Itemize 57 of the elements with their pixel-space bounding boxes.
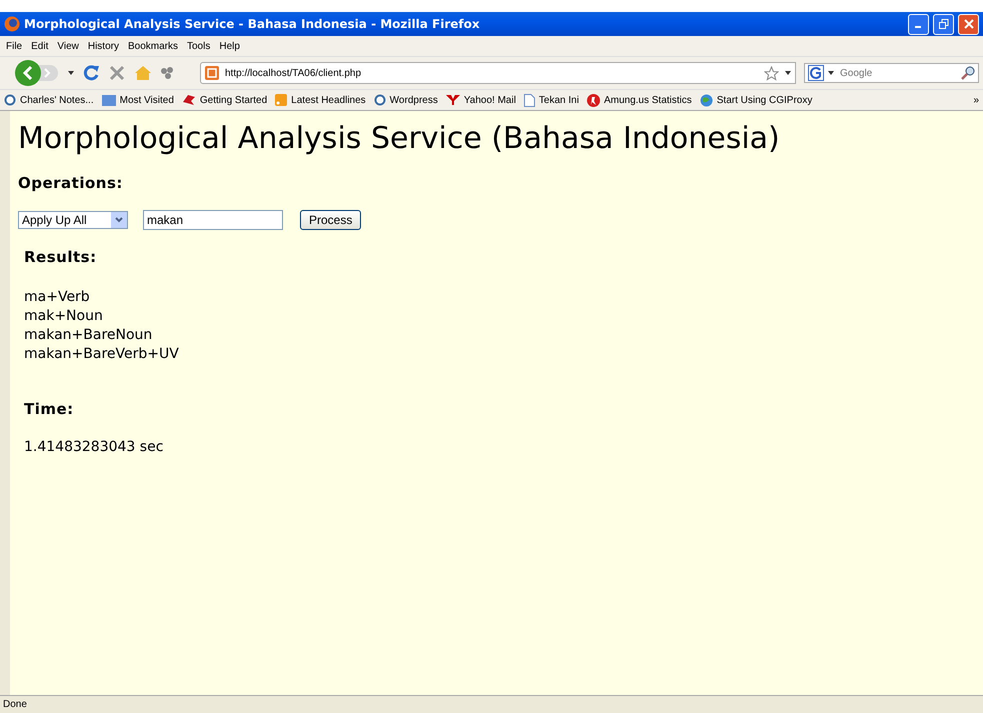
menu-item[interactable]: Edit (29, 40, 56, 52)
firefox-icon (4, 16, 20, 32)
bookmark-link[interactable]: Wordpress (374, 94, 438, 106)
dropdown-caret-icon[interactable] (785, 71, 791, 75)
status-text: Done (3, 699, 27, 710)
search-field[interactable]: Google (838, 66, 957, 80)
bookmark-link[interactable]: Most Visited (102, 94, 174, 106)
result-line: mak+Noun (24, 307, 104, 326)
search-bar[interactable]: Google (804, 63, 979, 83)
back-forward-icon[interactable] (14, 59, 60, 87)
menu-item[interactable]: Tools (185, 40, 218, 52)
result-line: ma+Verb (24, 288, 91, 307)
wordpress-icon (4, 94, 16, 106)
dropdown-caret-icon[interactable] (828, 71, 834, 75)
close-icon (964, 19, 974, 29)
address-bar[interactable]: http://localhost/TA06/client.php (200, 62, 796, 84)
search-engine-icon[interactable] (808, 65, 824, 81)
rss-icon (275, 94, 288, 106)
bookmark-link[interactable]: Latest Headlines (275, 94, 366, 106)
section-heading: Results: (24, 248, 98, 266)
reload-icon[interactable] (82, 64, 100, 82)
operation-select[interactable]: Apply Up All (18, 211, 128, 229)
bookmark-link[interactable]: Amung.us Statistics (586, 94, 692, 106)
result-line: makan+BareNoun (24, 326, 154, 345)
minimize-button[interactable] (908, 14, 929, 34)
menu-item[interactable]: Help (217, 40, 247, 52)
restore-icon (938, 19, 948, 29)
word-input[interactable]: makan (143, 210, 283, 230)
menu-item[interactable]: View (55, 40, 86, 52)
bookmark-link[interactable]: Charles' Notes... (4, 94, 94, 106)
close-button[interactable] (958, 14, 979, 34)
section-heading: Time: (24, 400, 75, 418)
site-icon (205, 66, 219, 80)
section-heading: Operations: (18, 174, 124, 192)
time-value: 1.41483283043 sec (24, 438, 164, 457)
star-icon[interactable] (764, 66, 779, 80)
bookmark-link[interactable]: Getting Started (182, 94, 268, 106)
page-icon (524, 94, 535, 106)
dropdown-caret-icon[interactable] (68, 71, 74, 75)
search-icon[interactable] (961, 66, 975, 80)
bookmark-link[interactable]: Tekan Ini (524, 94, 579, 106)
menu-item[interactable]: Bookmarks (126, 40, 185, 52)
menu-item[interactable]: History (86, 40, 126, 52)
url-text: http://localhost/TA06/client.php (225, 68, 362, 78)
bookmark-link[interactable]: Yahoo! Mail (446, 94, 516, 106)
page-heading: Morphological Analysis Service (Bahasa Indonesia) (18, 121, 781, 156)
window-title: Morphological Analysis Service - Bahasa Indonesia - Mozilla Firefox (24, 17, 481, 31)
wordpress-icon (374, 94, 386, 106)
yahoo-icon (446, 95, 460, 105)
bookmarks-overflow[interactable]: » (973, 94, 979, 106)
folder-icon (102, 94, 116, 106)
process-button[interactable]: Process (300, 210, 362, 230)
result-line: makan+BareVerb+UV (24, 345, 180, 364)
bookmark-link[interactable]: Start Using CGIProxy (700, 94, 812, 106)
chevron-down-icon (115, 217, 123, 223)
menu-item[interactable]: File (4, 40, 30, 52)
restore-button[interactable] (933, 14, 954, 34)
